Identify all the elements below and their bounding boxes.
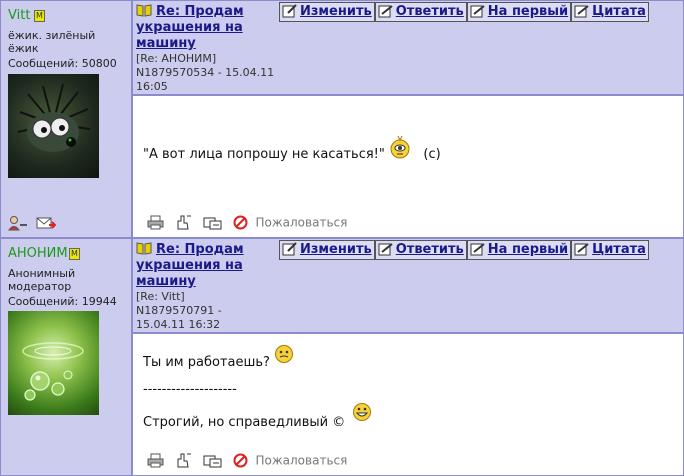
signature-text: Строгий, но справедливый ©: [143, 415, 346, 430]
reply-button-label: Ответить: [395, 242, 464, 257]
book-icon: [136, 242, 152, 255]
post-buttons: Изменить Ответить На первый Цитата: [279, 2, 649, 22]
quote-button-label: Цитата: [592, 242, 646, 257]
user-panel: АНОНИМ M Анонимный модератор Сообщений: …: [1, 239, 131, 475]
hedgehog-avatar-icon: [17, 83, 91, 152]
post-subject: Re: Продам украшения на машину: [136, 242, 274, 290]
edit-button[interactable]: Изменить: [279, 2, 375, 22]
reply-button[interactable]: Ответить: [374, 2, 467, 22]
post-meta: [Re: АНОНИМ] N1879570534 - 15.04.11 16:0…: [136, 52, 275, 93]
profile-icon[interactable]: [8, 215, 28, 231]
post-subject-link[interactable]: Re: Продам украшения на машину: [136, 242, 244, 289]
notify-icon[interactable]: [175, 215, 192, 230]
forward-icon[interactable]: [203, 215, 223, 230]
grin-smiley-icon: [353, 403, 372, 421]
post-message: "А вот лица попрошу не касаться!" (с): [143, 136, 441, 164]
post-footer: Пожаловаться: [147, 453, 347, 469]
avatar[interactable]: [8, 74, 99, 178]
post-subject: Re: Продам украшения на машину: [136, 4, 274, 52]
report-icon[interactable]: [233, 453, 248, 468]
reply-icon: [378, 243, 393, 256]
post-message: Ты им работаешь? -------------------- Ст…: [143, 344, 372, 430]
user-panel: Vitt M ёжик. зилёный ёжик Сообщений: 508…: [1, 1, 131, 237]
message-text: Ты им работаешь?: [143, 355, 270, 370]
mail-icon[interactable]: [36, 215, 57, 231]
edit-button-label: Изменить: [300, 4, 372, 19]
message-text: "А вот лица попрошу не касаться!": [143, 147, 385, 162]
username: Vitt: [8, 8, 31, 23]
top-button[interactable]: На первый: [466, 240, 572, 260]
avatar[interactable]: [8, 311, 99, 415]
report-link[interactable]: Пожаловаться: [255, 216, 347, 230]
notify-icon[interactable]: [175, 453, 192, 468]
message-count: Сообщений: 50800: [8, 57, 117, 70]
book-icon: [136, 4, 152, 17]
post-header: Re: Продам украшения на машину [Re: Vitt…: [133, 239, 683, 332]
print-icon[interactable]: [147, 453, 164, 468]
quote-button-label: Цитата: [592, 4, 646, 19]
smiley-icon: [275, 345, 294, 363]
username: АНОНИМ: [8, 246, 68, 261]
post-meta: [Re: Vitt] N1879570791 - 15.04.11 16:32: [136, 290, 222, 331]
post-body: "А вот лица попрошу не касаться!" (с) По…: [133, 96, 683, 237]
post: АНОНИМ M Анонимный модератор Сообщений: …: [0, 238, 684, 476]
edit-icon: [282, 242, 297, 256]
user-title: Анонимный модератор: [8, 267, 76, 293]
moderator-badge: M: [69, 248, 80, 260]
edit-button[interactable]: Изменить: [279, 240, 375, 260]
username-link[interactable]: Vitt: [8, 8, 30, 23]
top-button-label: На первый: [487, 4, 569, 19]
edit-button-label: Изменить: [300, 242, 372, 257]
reply-button[interactable]: Ответить: [374, 240, 467, 260]
top-button[interactable]: На первый: [466, 2, 572, 22]
quote-icon: [574, 5, 589, 18]
user-title: ёжик. зилёный ёжик: [8, 29, 96, 55]
post: Vitt M ёжик. зилёный ёжик Сообщений: 508…: [0, 0, 684, 238]
reply-button-label: Ответить: [395, 4, 464, 19]
post-body: Ты им работаешь? -------------------- Ст…: [133, 334, 683, 475]
quote-button[interactable]: Цитата: [571, 240, 649, 260]
username-link[interactable]: АНОНИМ: [8, 246, 68, 261]
top-icon: [470, 243, 485, 256]
reply-icon: [378, 5, 393, 18]
quote-icon: [574, 243, 589, 256]
forum-thread: Vitt M ёжик. зилёный ёжик Сообщений: 508…: [0, 0, 684, 476]
user-actions: [8, 215, 60, 231]
top-button-label: На первый: [487, 242, 569, 257]
message-suffix: (с): [423, 147, 441, 162]
moderator-badge: M: [34, 10, 45, 22]
post-subject-link[interactable]: Re: Продам украшения на машину: [136, 4, 244, 51]
post-header: Re: Продам украшения на машину [Re: АНОН…: [133, 1, 683, 94]
report-icon[interactable]: [233, 215, 248, 230]
post-buttons: Изменить Ответить На первый Цитата: [279, 240, 649, 260]
separator: --------------------: [143, 382, 237, 397]
top-icon: [470, 5, 485, 18]
message-count: Сообщений: 19944: [8, 295, 117, 308]
report-link[interactable]: Пожаловаться: [255, 454, 347, 468]
post-footer: Пожаловаться: [147, 215, 347, 231]
forward-icon[interactable]: [203, 453, 223, 468]
quote-button[interactable]: Цитата: [571, 2, 649, 22]
smiley-icon: [390, 136, 410, 159]
edit-icon: [282, 4, 297, 18]
water-drops-avatar-icon: [22, 342, 84, 401]
print-icon[interactable]: [147, 215, 164, 230]
